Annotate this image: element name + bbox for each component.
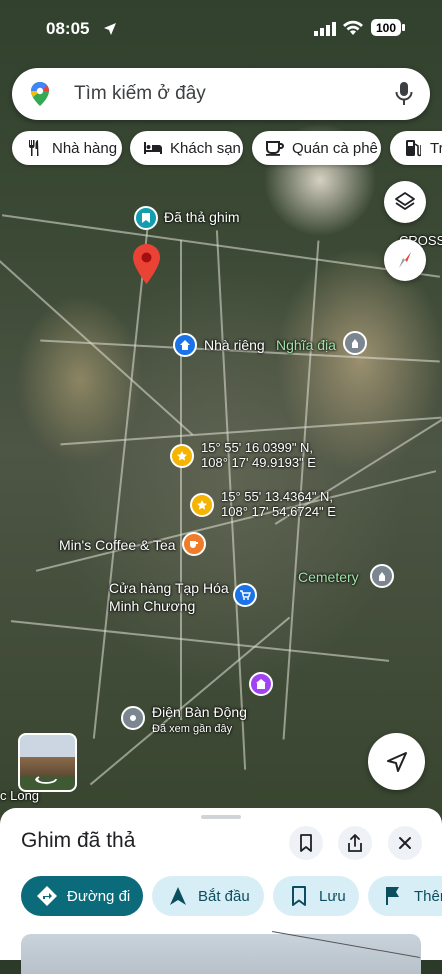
gas-pump-icon	[402, 139, 424, 157]
coordinate-label-1[interactable]: 15° 55' 16.0399" N, 108° 17' 49.9193" E	[201, 440, 316, 470]
coordinate-lat-2: 15° 55' 13.4364" N,	[221, 489, 334, 504]
compass-icon	[399, 252, 411, 268]
chip-gas-stations[interactable]: Trạ	[390, 131, 442, 165]
close-button[interactable]	[388, 826, 422, 860]
status-time: 08:05	[46, 19, 90, 38]
fork-knife-icon	[24, 139, 46, 157]
chip-label: Quán cà phê	[292, 139, 378, 157]
location-arrow-icon	[104, 23, 116, 35]
coordinate-label-2[interactable]: 15° 55' 13.4364" N, 108° 17' 54.6724" E	[221, 489, 336, 519]
store-label-line1: Cửa hàng Tạp Hóa	[109, 580, 229, 596]
road	[180, 240, 182, 720]
flag-icon	[382, 884, 406, 908]
directions-button[interactable]: Đường đi	[21, 876, 143, 916]
share-icon	[348, 834, 362, 852]
start-label: Bắt đầu	[198, 887, 250, 905]
navigation-arrow-icon	[386, 751, 407, 772]
place-bottom-sheet[interactable]: Ghim đã thả Đường đi Bắt đầu Lưu Thêm	[0, 808, 442, 974]
temple-sublabel: Đã xem gần đây	[152, 723, 233, 735]
home-icon[interactable]	[173, 333, 197, 357]
place-photo[interactable]	[21, 930, 421, 974]
battery-tip	[402, 24, 405, 31]
road	[35, 470, 437, 572]
directions-icon	[35, 884, 59, 908]
photo-wire	[272, 930, 420, 959]
wifi-icon	[343, 20, 363, 35]
coordinate-lng-2: 108° 17' 54.6724" E	[221, 504, 336, 519]
google-maps-logo-icon	[31, 82, 49, 106]
save-label: Lưu	[319, 887, 346, 905]
microphone-icon[interactable]	[394, 81, 414, 107]
road	[92, 221, 150, 739]
road	[89, 616, 291, 786]
battery-level: 100	[375, 20, 397, 35]
close-icon	[399, 837, 411, 849]
store-label-line2: Minh Chương	[109, 598, 196, 614]
bookmark-icon	[287, 884, 311, 908]
coffee-cup-icon	[264, 139, 286, 157]
street-view-thumbnail[interactable]	[18, 733, 77, 792]
coffee-cup-icon[interactable]	[182, 532, 206, 556]
share-button[interactable]	[338, 826, 372, 860]
temple-label[interactable]: Điện Bàn Động	[152, 704, 247, 720]
chip-restaurants[interactable]: Nhà hàng	[12, 131, 122, 165]
cemetery-label-vi[interactable]: Nghĩa địa	[276, 337, 336, 353]
directions-label: Đường đi	[67, 887, 131, 905]
more-label: Thêm	[414, 887, 442, 905]
road	[10, 620, 390, 662]
cellular-signal-icon	[314, 22, 336, 36]
coordinate-lng-1: 108° 17' 49.9193" E	[201, 455, 316, 470]
save-icon-button[interactable]	[289, 826, 323, 860]
sheet-drag-handle[interactable]	[201, 815, 241, 819]
more-actions-button[interactable]: Thêm	[368, 876, 442, 916]
battery-icon: 100	[371, 19, 401, 36]
compass-button[interactable]	[384, 239, 426, 281]
cemetery-icon[interactable]	[343, 331, 367, 355]
status-bar: 08:05 100	[0, 0, 442, 60]
chip-label: Khách sạn	[170, 139, 241, 157]
search-bar[interactable]: Tìm kiếm ở đây	[12, 68, 430, 120]
category-chips: Nhà hàng Khách sạn Quán cà phê Trạ	[12, 131, 442, 165]
navigation-arrow-icon	[166, 884, 190, 908]
dropped-pin-marker-icon[interactable]	[134, 206, 158, 230]
place-title: Ghim đã thả	[21, 829, 136, 852]
chip-cafes[interactable]: Quán cà phê	[252, 131, 381, 165]
start-navigation-button[interactable]: Bắt đầu	[152, 876, 264, 916]
cemetery-label-en[interactable]: Cemetery	[298, 569, 359, 585]
bookmark-icon	[300, 834, 312, 852]
chip-hotels[interactable]: Khách sạn	[130, 131, 243, 165]
layers-icon	[395, 192, 415, 210]
star-marker-icon[interactable]	[170, 444, 194, 468]
star-marker-icon[interactable]	[190, 493, 214, 517]
recently-viewed-place-icon[interactable]	[121, 706, 145, 730]
coffee-shop-label[interactable]: Min's Coffee & Tea	[59, 537, 176, 553]
red-location-pin-icon[interactable]	[133, 244, 160, 284]
street-view-rotate-icon	[35, 776, 57, 784]
dropped-pin-label[interactable]: Đã thả ghim	[164, 209, 239, 225]
store-label[interactable]: Cửa hàng Tạp Hóa Minh Chương	[109, 579, 229, 615]
layers-button[interactable]	[384, 181, 426, 223]
home-label[interactable]: Nhà riêng	[204, 337, 265, 353]
cemetery-icon[interactable]	[370, 564, 394, 588]
search-input[interactable]: Tìm kiếm ở đây	[74, 83, 206, 105]
chip-label: Trạ	[430, 139, 442, 157]
bed-icon	[142, 139, 164, 157]
my-location-button[interactable]	[368, 733, 425, 790]
chip-label: Nhà hàng	[52, 139, 118, 157]
coordinate-lat-1: 15° 55' 16.0399" N,	[201, 440, 314, 455]
satellite-map[interactable]: Đã thả ghim Nhà riêng Nghĩa địa 15° 55' …	[0, 0, 442, 820]
shopping-cart-icon[interactable]	[233, 583, 257, 607]
save-button[interactable]: Lưu	[273, 876, 359, 916]
temple-icon[interactable]	[249, 672, 273, 696]
